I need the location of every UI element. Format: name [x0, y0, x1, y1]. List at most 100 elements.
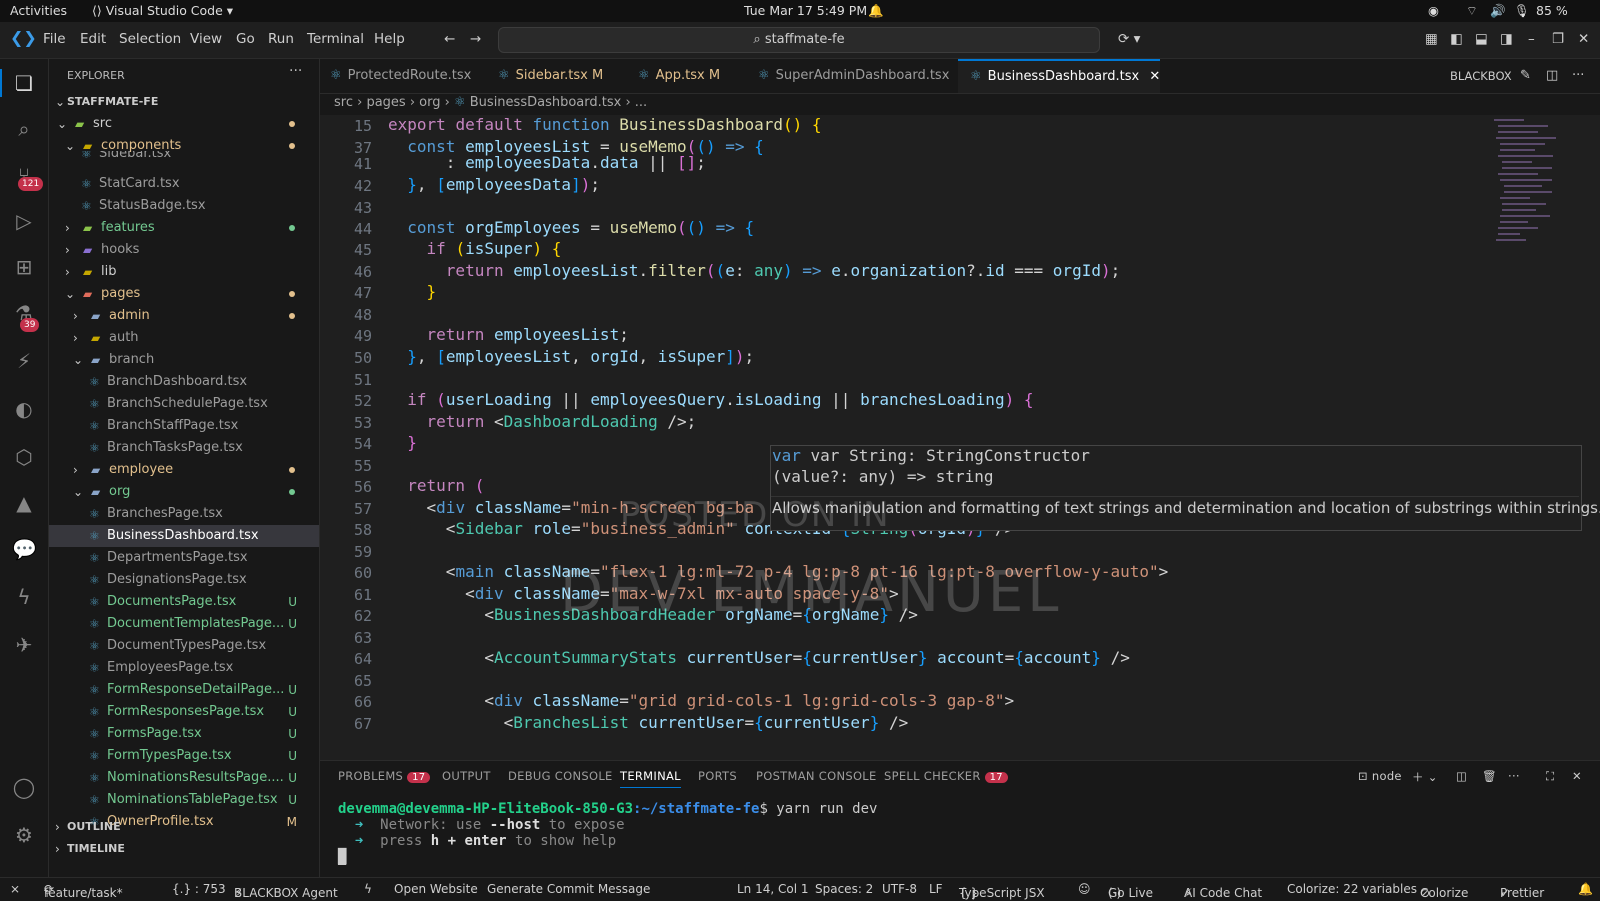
tab-ports[interactable]: PORTS [698, 769, 737, 783]
forward-arrow-icon[interactable]: → [470, 31, 481, 47]
folder-employee[interactable]: › ▰ employee [49, 459, 319, 481]
menu-view[interactable]: View [190, 31, 222, 47]
file-formtypespage-tsx[interactable]: ⚛ FormTypesPage.tsx U [49, 745, 319, 767]
branch-indicator[interactable]: ⑂ feature/task* ⟳ [44, 882, 123, 900]
run-debug-icon[interactable]: ▷ [12, 209, 36, 233]
copilot-status-icon[interactable]: ☺ [1078, 882, 1091, 896]
symbol-count[interactable]: {.} : 753 [172, 882, 226, 896]
extensions-icon[interactable]: ⊞ [12, 255, 36, 279]
menu-help[interactable]: Help [374, 31, 405, 47]
account-icon[interactable]: ◯ [12, 775, 36, 799]
new-terminal-icon[interactable]: ＋ ⌄ [1412, 769, 1438, 785]
menu-run[interactable]: Run [268, 31, 294, 47]
close-window-icon[interactable]: ✕ [1578, 31, 1589, 47]
customize-layout-icon[interactable]: ▦ [1425, 31, 1438, 47]
back-arrow-icon[interactable]: ← [444, 31, 455, 47]
tab-protectedroute[interactable]: ⚛ ProtectedRoute.tsx [330, 59, 471, 93]
blackbox-icon[interactable]: ✎ [1520, 59, 1531, 93]
file-branchschedulepage-tsx[interactable]: ⚛ BranchSchedulePage.tsx [49, 393, 319, 415]
editor-more-icon[interactable]: ··· [1572, 59, 1584, 93]
file-branchstaffpage-tsx[interactable]: ⚛ BranchStaffPage.tsx [49, 415, 319, 437]
file-sidebar-tsx[interactable]: ⚛ Sidebar.tsx [49, 151, 319, 163]
folder-pages[interactable]: ⌄ ▰ pages [49, 283, 319, 305]
menu-selection[interactable]: Selection [119, 31, 181, 47]
folder-branch[interactable]: ⌄ ▰ branch [49, 349, 319, 371]
file-statcard-tsx[interactable]: ⚛ StatCard.tsx [49, 173, 319, 195]
minimize-icon[interactable]: – [1528, 31, 1535, 47]
file-formresponsespage-tsx[interactable]: ⚛ FormResponsesPage.tsx U [49, 701, 319, 723]
file-documenttypespage-tsx[interactable]: ⚛ DocumentTypesPage.tsx [49, 635, 319, 657]
wifi-icon[interactable]: ⌔ [1466, 3, 1478, 19]
maximize-panel-icon[interactable]: ⛶ [1546, 769, 1554, 784]
tab-superadmindashboard[interactable]: ⚛ SuperAdminDashboard.tsx [758, 59, 949, 93]
menu-edit[interactable]: Edit [80, 31, 106, 47]
search-icon[interactable]: ⌕ [12, 117, 36, 141]
breadcrumb-src[interactable]: src [334, 95, 353, 110]
breadcrumb-file[interactable]: BusinessDashboard.tsx [470, 95, 622, 110]
bolt-icon[interactable]: ϟ [364, 882, 372, 896]
more-actions-icon[interactable]: ··· [289, 63, 302, 79]
file-branchespage-tsx[interactable]: ⚛ BranchesPage.tsx [49, 503, 319, 525]
menu-terminal[interactable]: Terminal [307, 31, 364, 47]
remote-icon[interactable]: ⨯ [10, 882, 20, 896]
workspace-root[interactable]: ⌄ STAFFMATE-FE [49, 91, 319, 113]
file-businessdashboard-tsx[interactable]: ⚛ BusinessDashboard.tsx [49, 525, 319, 547]
folder-src[interactable]: ⌄ ▰ src [49, 113, 319, 135]
command-center-search[interactable]: ⌕ staffmate-fe [498, 27, 1100, 53]
line-ending[interactable]: LF [929, 882, 943, 896]
file-nominationstablepage-tsx[interactable]: ⚛ NominationsTablePage.tsx U [49, 789, 319, 811]
lightning-icon[interactable]: ⚡ [12, 349, 36, 373]
generate-commit-message[interactable]: Generate Commit Message [487, 882, 650, 896]
minimap[interactable] [1490, 115, 1570, 255]
colorize-variables[interactable]: Colorize: 22 variables [1287, 882, 1417, 896]
kill-terminal-icon[interactable]: 🗑 [1482, 769, 1497, 783]
file-designationspage-tsx[interactable]: ⚛ DesignationsPage.tsx [49, 569, 319, 591]
folder-hooks[interactable]: › ▰ hooks [49, 239, 319, 261]
battery-indicator[interactable]: 85 % [1536, 3, 1568, 18]
file-documenttemplatespage-[interactable]: ⚛ DocumentTemplatesPage... U [49, 613, 319, 635]
breadcrumb-org[interactable]: org [419, 95, 440, 110]
file-branchdashboard-tsx[interactable]: ⚛ BranchDashboard.tsx [49, 371, 319, 393]
toggle-panel-icon[interactable]: ⬓ [1475, 31, 1488, 47]
notifications-bell-icon[interactable]: 🔔 [1578, 882, 1593, 896]
copilot-icon[interactable]: ⟳ ▾ [1118, 31, 1140, 47]
deploy-icon[interactable]: ▲ [12, 491, 36, 515]
settings-gear-icon[interactable]: ⚙ [12, 823, 36, 847]
folder-org[interactable]: ⌄ ▰ org [49, 481, 319, 503]
terminal-shell-selector[interactable]: ⊡ node [1358, 769, 1402, 783]
indentation[interactable]: Spaces: 2 [815, 882, 873, 896]
outline-section[interactable]: › OUTLINE [49, 816, 319, 838]
terminal-output[interactable]: devemma@devemma-HP-EliteBook-850-G3:~/st… [338, 801, 877, 865]
tab-problems[interactable]: PROBLEMS 17 [338, 769, 431, 783]
activities-button[interactable]: Activities [10, 3, 67, 18]
tab-app[interactable]: ⚛ App.tsx M [638, 59, 720, 93]
cursor-position[interactable]: Ln 14, Col 1 [737, 882, 809, 896]
folder-auth[interactable]: › ▰ auth [49, 327, 319, 349]
explorer-icon[interactable]: ❏ [12, 71, 36, 95]
menu-file[interactable]: File [43, 31, 66, 47]
tab-output[interactable]: OUTPUT [442, 769, 491, 783]
split-editor-icon[interactable]: ◫ [1546, 59, 1558, 93]
chat-icon[interactable]: 💬 [12, 537, 37, 561]
bolt-icon[interactable]: ϟ [12, 585, 36, 609]
folder-features[interactable]: › ▰ features [49, 217, 319, 239]
box-icon[interactable]: ⬡ [12, 445, 36, 469]
volume-icon[interactable]: 🔊 [1490, 3, 1506, 19]
mic-icon[interactable]: 🎙 [1514, 3, 1530, 19]
file-statusbadge-tsx[interactable]: ⚛ StatusBadge.tsx [49, 195, 319, 217]
toggle-secondary-sidebar-icon[interactable]: ◨ [1500, 31, 1513, 47]
file-departmentspage-tsx[interactable]: ⚛ DepartmentsPage.tsx [49, 547, 319, 569]
tab-businessdashboard[interactable]: ⚛ BusinessDashboard.tsx ✕ [958, 59, 1160, 93]
encoding[interactable]: UTF-8 [882, 882, 917, 896]
open-website[interactable]: Open Website [394, 882, 478, 896]
folder-lib[interactable]: › ▰ lib [49, 261, 319, 283]
file-employeespage-tsx[interactable]: ⚛ EmployeesPage.tsx [49, 657, 319, 679]
split-terminal-icon[interactable]: ◫ [1456, 769, 1467, 783]
close-tab-icon[interactable]: ✕ [1149, 69, 1160, 84]
timeline-section[interactable]: › TIMELINE [49, 838, 319, 860]
tab-terminal[interactable]: TERMINAL [620, 769, 681, 788]
file-documentspage-tsx[interactable]: ⚛ DocumentsPage.tsx U [49, 591, 319, 613]
folder-admin[interactable]: › ▰ admin [49, 305, 319, 327]
menu-go[interactable]: Go [236, 31, 255, 47]
file-branchtaskspage-tsx[interactable]: ⚛ BranchTasksPage.tsx [49, 437, 319, 459]
